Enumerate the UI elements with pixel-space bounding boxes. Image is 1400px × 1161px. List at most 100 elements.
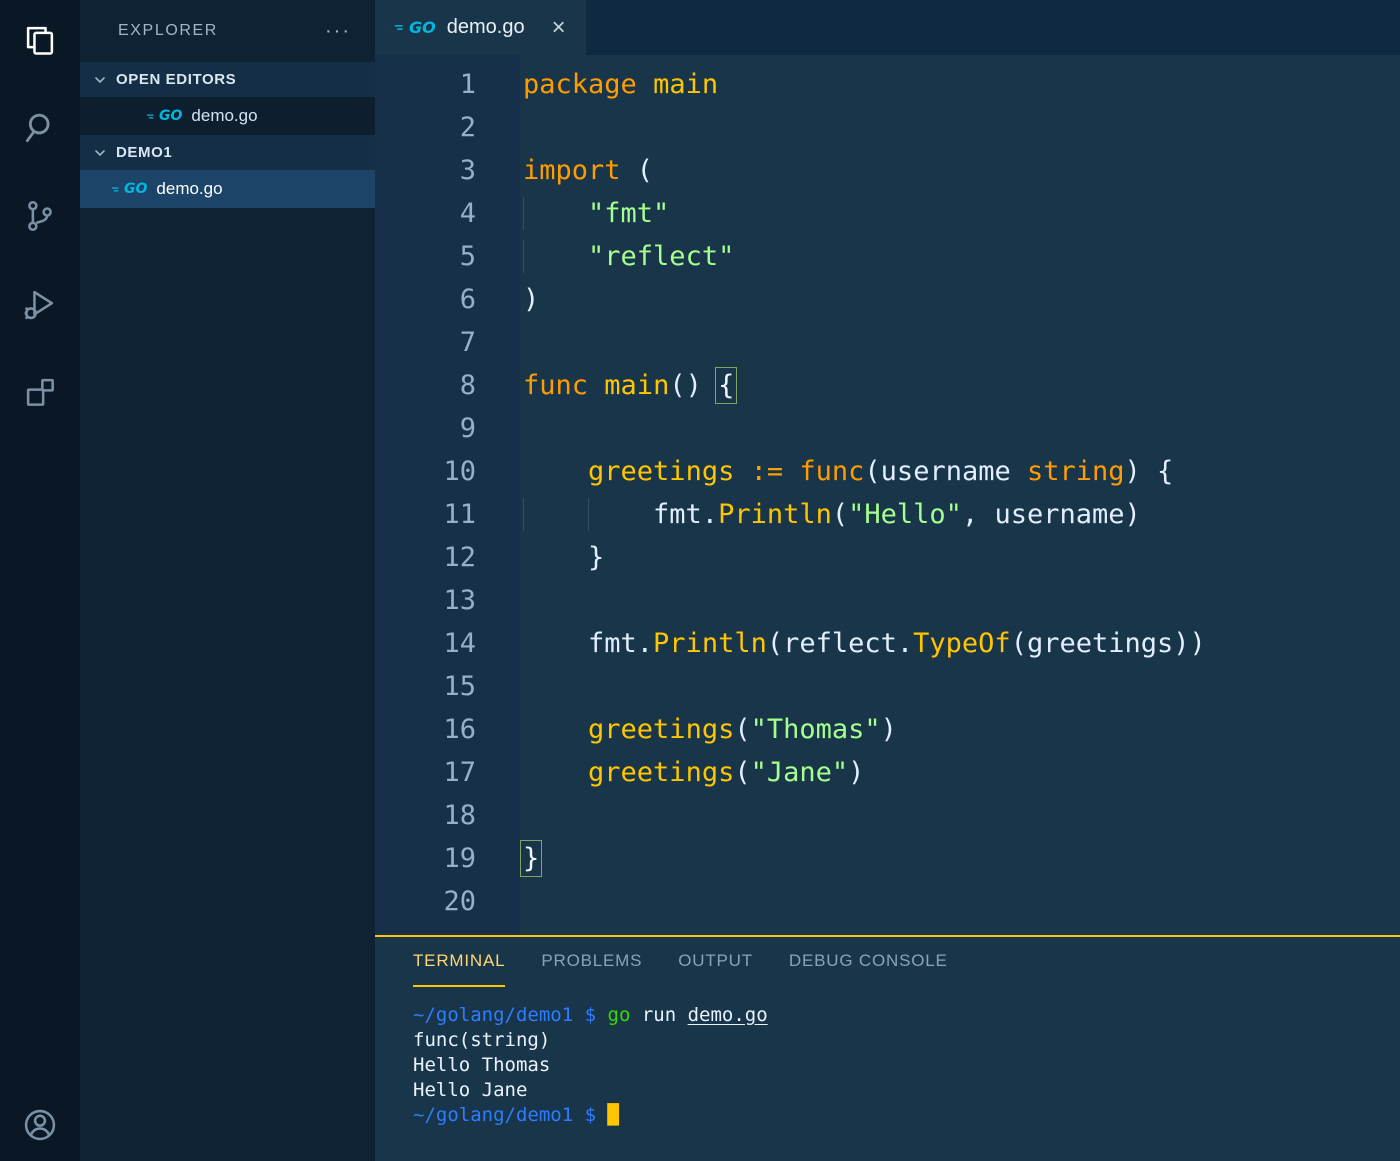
- code-token: (: [734, 714, 751, 745]
- section-header-open-editors[interactable]: OPEN EDITORS: [80, 62, 375, 97]
- code-token: package: [523, 69, 637, 100]
- code-token: ) {: [1124, 456, 1174, 487]
- code-token: "fmt": [588, 198, 670, 229]
- code-line[interactable]: 11 fmt.Println("Hello", username): [375, 493, 1400, 536]
- code-token: (): [669, 370, 719, 401]
- code-token: "reflect": [588, 241, 735, 272]
- code-token: :=: [750, 456, 784, 487]
- code-line[interactable]: 10 greetings := func(username string) {: [375, 450, 1400, 493]
- code-line[interactable]: 5 "reflect": [375, 235, 1400, 278]
- code-token: func: [523, 370, 589, 401]
- activity-bar: [0, 0, 80, 1161]
- activity-item-search[interactable]: [18, 106, 62, 150]
- code-line[interactable]: 19}: [375, 837, 1400, 880]
- code-token: }: [519, 840, 543, 877]
- code-token: main: [604, 370, 670, 401]
- code-line[interactable]: 9: [375, 407, 1400, 450]
- go-icon-label: GO: [409, 17, 436, 37]
- code-line[interactable]: 17 greetings("Jane"): [375, 751, 1400, 794]
- code-line[interactable]: 7: [375, 321, 1400, 364]
- activity-item-source-control[interactable]: [18, 194, 62, 238]
- code-line[interactable]: 20: [375, 880, 1400, 923]
- terminal-token: run: [630, 1004, 688, 1026]
- line-number: 2: [459, 112, 476, 143]
- activity-item-account[interactable]: [18, 1103, 62, 1147]
- code-token: fmt.: [523, 499, 719, 530]
- terminal-output[interactable]: ~/golang/demo1 $ go run demo.go func(stri…: [375, 987, 1400, 1128]
- section-header-demo1[interactable]: DEMO1: [80, 135, 375, 170]
- activity-item-run-debug[interactable]: [18, 282, 62, 326]
- file-label: demo.go: [156, 179, 223, 198]
- line-number: 18: [443, 800, 476, 831]
- activity-item-explorer[interactable]: [18, 18, 62, 62]
- sidebar-header: EXPLORER ···: [80, 0, 375, 62]
- code-line[interactable]: 6): [375, 278, 1400, 321]
- line-number: 7: [459, 327, 476, 358]
- file-label: demo.go: [191, 106, 258, 125]
- panel-tab-problems[interactable]: PROBLEMS: [541, 937, 642, 987]
- go-icon-label: GO: [159, 108, 183, 124]
- go-file-icon: GO: [395, 17, 436, 37]
- panel-tab-terminal[interactable]: TERMINAL: [413, 937, 506, 987]
- code-line[interactable]: 12 }: [375, 536, 1400, 579]
- activity-item-extensions[interactable]: [18, 370, 62, 414]
- code-editor[interactable]: 1 package main 2 3 import (4 "fmt" 5 "reflect…: [375, 55, 1400, 935]
- source-control-icon: [28, 200, 52, 232]
- line-number: 15: [443, 671, 476, 702]
- code-line[interactable]: 2: [375, 106, 1400, 149]
- code-text: ): [520, 278, 1400, 321]
- line-number: 12: [443, 542, 476, 573]
- sidebar-sections: OPEN EDITORS GO demo.go DEMO1 GO demo.go: [80, 62, 375, 208]
- activity-bar-items: [0, 0, 80, 414]
- code-line[interactable]: 18: [375, 794, 1400, 837]
- code-line[interactable]: 13: [375, 579, 1400, 622]
- file-item[interactable]: GO demo.go: [80, 170, 375, 208]
- code-token: (: [734, 757, 751, 788]
- code-token: , username): [961, 499, 1141, 530]
- code-token: {: [715, 367, 738, 404]
- terminal-line: ~/golang/demo1 $ go run demo.go: [413, 1003, 1400, 1028]
- go-file-icon: GO: [112, 182, 147, 196]
- line-number: 9: [459, 413, 476, 444]
- line-number: 8: [459, 370, 476, 401]
- app-window: EXPLORER ··· OPEN EDITORS GO demo.go DEMO1 G…: [0, 0, 1400, 1161]
- code-line[interactable]: 15: [375, 665, 1400, 708]
- code-token: (: [620, 155, 654, 186]
- code-token: string: [1026, 456, 1125, 487]
- line-number: 16: [443, 714, 476, 745]
- file-item[interactable]: GO demo.go: [80, 97, 375, 135]
- code-line[interactable]: 1 package main: [375, 63, 1400, 106]
- code-line[interactable]: 4 "fmt": [375, 192, 1400, 235]
- code-token: (username: [864, 456, 1027, 487]
- code-line[interactable]: 8 func main() {: [375, 364, 1400, 407]
- panel-tab-debug-console[interactable]: DEBUG CONSOLE: [789, 937, 948, 987]
- terminal-line: Hello Thomas: [413, 1053, 1400, 1078]
- terminal-token: Hello Thomas: [413, 1054, 551, 1076]
- panel-tab-output[interactable]: OUTPUT: [678, 937, 753, 987]
- indent-guide-line: [523, 240, 524, 273]
- go-file-icon: GO: [147, 109, 182, 123]
- code-line[interactable]: 16 greetings("Thomas"): [375, 708, 1400, 751]
- code-token: "Thomas": [750, 714, 881, 745]
- terminal-token: demo.go: [687, 1004, 768, 1026]
- account-icon: [24, 1109, 56, 1141]
- sidebar: EXPLORER ··· OPEN EDITORS GO demo.go DEMO1 G…: [80, 0, 375, 1161]
- code-token: TypeOf: [913, 628, 1011, 659]
- more-actions-button[interactable]: ···: [325, 20, 351, 43]
- code-line[interactable]: 14 fmt.Println(reflect.TypeOf(greetings)…: [375, 622, 1400, 665]
- code-token: }: [523, 542, 605, 573]
- editor-tab[interactable]: GO demo.go ×: [375, 0, 586, 55]
- section-label: OPEN EDITORS: [116, 71, 237, 88]
- code-line[interactable]: 3 import (: [375, 149, 1400, 192]
- close-icon[interactable]: ×: [552, 15, 566, 40]
- line-number: 20: [443, 886, 476, 917]
